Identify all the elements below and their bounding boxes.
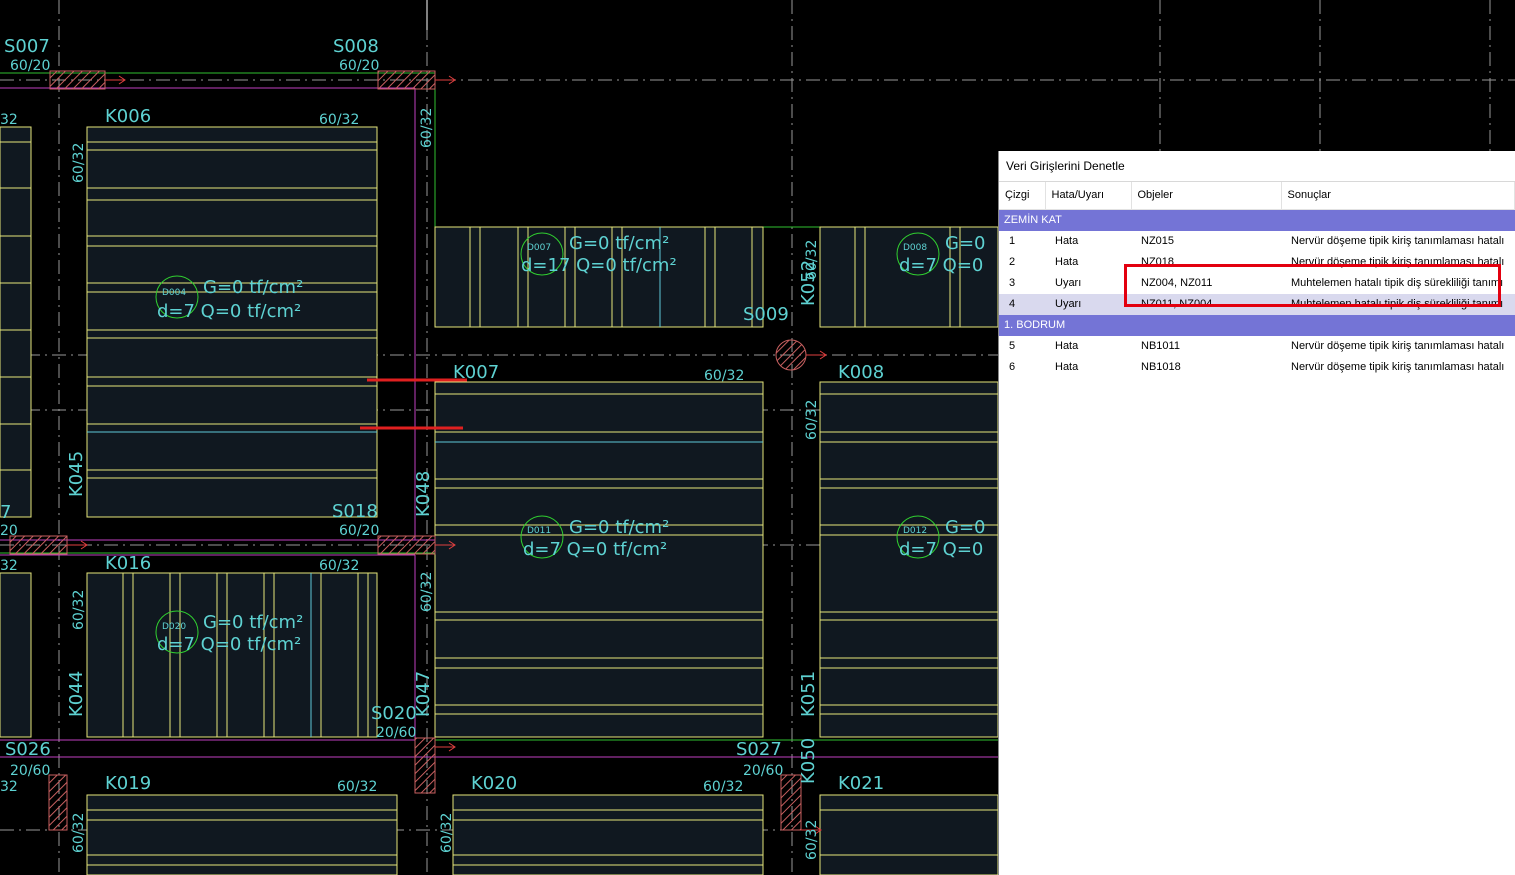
cell-objects: NB1018	[1141, 361, 1181, 373]
beam-label-k021: K021	[838, 773, 884, 794]
dim-label: 60/20	[10, 58, 50, 74]
table-row[interactable]: 6 Hata NB1018 Nervür döşeme tipik kiriş …	[999, 357, 1515, 378]
beam-label-k045: K045	[66, 451, 87, 497]
dim-label: 60/20	[339, 523, 379, 539]
beam-label-k020: K020	[471, 773, 517, 794]
table-row[interactable]: 5 Hata NB1011 Nervür döşeme tipik kiriş …	[999, 336, 1515, 357]
dim-label: 60/32	[439, 813, 455, 853]
cell-line: 5	[1009, 340, 1016, 352]
cell-objects: NZ015	[1141, 235, 1175, 247]
group-label: ZEMİN KAT	[999, 209, 1515, 231]
column-label-s027: S027	[736, 739, 782, 760]
cell-line: 6	[1009, 361, 1016, 373]
edge-label: 32	[0, 558, 18, 574]
beam-label-k044: K044	[66, 671, 87, 717]
column-label-s018: S018	[332, 501, 378, 522]
slab-load-q-d007: d=17 Q=0 tf/cm²	[521, 255, 677, 276]
edge-label: 32	[0, 112, 18, 128]
slab-load-g-d012: G=0	[945, 517, 985, 538]
dim-label: 60/32	[337, 779, 377, 795]
dim-label: 60/32	[804, 240, 820, 280]
column-header-results[interactable]: Sonuçlar	[1281, 182, 1515, 210]
cell-type: Uyarı	[1045, 293, 1131, 315]
beam-label-k016: K016	[105, 553, 151, 574]
slab-load-q-d012: d=7 Q=0	[899, 539, 983, 560]
group-row-bodrum[interactable]: 1. BODRUM	[999, 314, 1515, 336]
dim-label: 60/32	[319, 112, 359, 128]
beam-label-k006: K006	[105, 106, 151, 127]
cell-line: 3	[1009, 277, 1016, 289]
slab-tag-d011: D011	[527, 526, 551, 536]
dim-label: 60/32	[703, 779, 743, 795]
beam-label-k047: K047	[413, 671, 434, 717]
dim-label: 60/32	[419, 572, 435, 612]
cell-type: Hata	[1055, 256, 1079, 268]
slab-tag-d012: D012	[903, 526, 927, 536]
warning-rows-highlight	[1124, 264, 1501, 307]
dim-label: 60/32	[71, 813, 87, 853]
cell-objects: NB1011	[1141, 340, 1180, 352]
slab-tag-d007: D007	[527, 243, 551, 253]
slab-load-g-d004: G=0 tf/cm²	[203, 277, 303, 298]
panel-title: Veri Girişlerini Denetle	[999, 151, 1515, 182]
dim-label: 60/32	[704, 368, 744, 384]
dim-label: 20/60	[10, 763, 50, 779]
beam-label-k007: K007	[453, 362, 499, 383]
cell-line: 2	[1009, 256, 1016, 268]
edge-label: 32	[0, 779, 18, 795]
column-label-s009: S009	[743, 304, 789, 325]
cell-line: 4	[999, 293, 1045, 315]
cell-result: Nervür döşeme tipik kiriş tanımlaması ha…	[1291, 361, 1505, 373]
column-header-type[interactable]: Hata/Uyarı	[1045, 182, 1132, 210]
slab-tag-d020: D020	[162, 622, 186, 632]
dim-label: 60/20	[339, 58, 379, 74]
cell-type: Hata	[1055, 361, 1079, 373]
edge-label: 7	[0, 502, 11, 523]
dim-label: 60/32	[71, 143, 87, 183]
slab-load-q-d020: d=7 Q=0 tf/cm²	[157, 634, 301, 655]
dim-label: 60/32	[71, 590, 87, 630]
beam-label-k050: K050	[798, 738, 819, 784]
beam-label-k051: K051	[798, 671, 819, 717]
table-row[interactable]: 1 Hata NZ015 Nervür döşeme tipik kiriş t…	[999, 231, 1515, 252]
dim-label: 60/32	[419, 108, 435, 148]
dim-label: 60/32	[319, 558, 359, 574]
slab-load-g-d007: G=0 tf/cm²	[569, 233, 669, 254]
column-header-line[interactable]: Çizgi	[999, 182, 1046, 210]
beam-label-k019: K019	[105, 773, 151, 794]
beam-label-k048: K048	[413, 471, 434, 517]
slab-tag-d004: D004	[162, 288, 186, 298]
cell-type: Hata	[1055, 235, 1079, 247]
column-label-s008: S008	[333, 36, 379, 57]
cell-type: Hata	[1055, 340, 1079, 352]
slab-load-g-d011: G=0 tf/cm²	[569, 517, 669, 538]
slab-tag-d008: D008	[903, 243, 927, 253]
column-label-s026: S026	[5, 739, 51, 760]
cell-type: Uyarı	[1055, 277, 1082, 289]
column-label-s007: S007	[4, 36, 50, 57]
column-label-s020: S020	[371, 703, 417, 724]
slab-load-g-d020: G=0 tf/cm²	[203, 612, 303, 633]
group-row-zemin-kat[interactable]: ZEMİN KAT	[999, 209, 1515, 231]
cell-result: Nervür döşeme tipik kiriş tanımlaması ha…	[1291, 340, 1505, 352]
cell-result: Nervür döşeme tipik kiriş tanımlaması ha…	[1291, 235, 1505, 247]
slab-load-q-d008: d=7 Q=0	[899, 255, 983, 276]
dim-label: 20/60	[376, 725, 416, 741]
check-inputs-panel: Veri Girişlerini Denetle Çizgi Hata/Uyar…	[998, 151, 1515, 875]
dim-label: 20/60	[743, 763, 783, 779]
slab-load-q-d011: d=7 Q=0 tf/cm²	[523, 539, 667, 560]
dim-label: 60/32	[804, 820, 820, 860]
edge-label: 20	[0, 523, 18, 539]
column-header-objects[interactable]: Objeler	[1131, 182, 1282, 210]
cell-line: 1	[1009, 235, 1016, 247]
beam-label-k008: K008	[838, 362, 884, 383]
group-label: 1. BODRUM	[999, 314, 1515, 336]
slab-load-g-d008: G=0	[945, 233, 985, 254]
dim-label: 60/32	[804, 400, 820, 440]
slab-load-q-d004: d=7 Q=0 tf/cm²	[157, 301, 301, 322]
